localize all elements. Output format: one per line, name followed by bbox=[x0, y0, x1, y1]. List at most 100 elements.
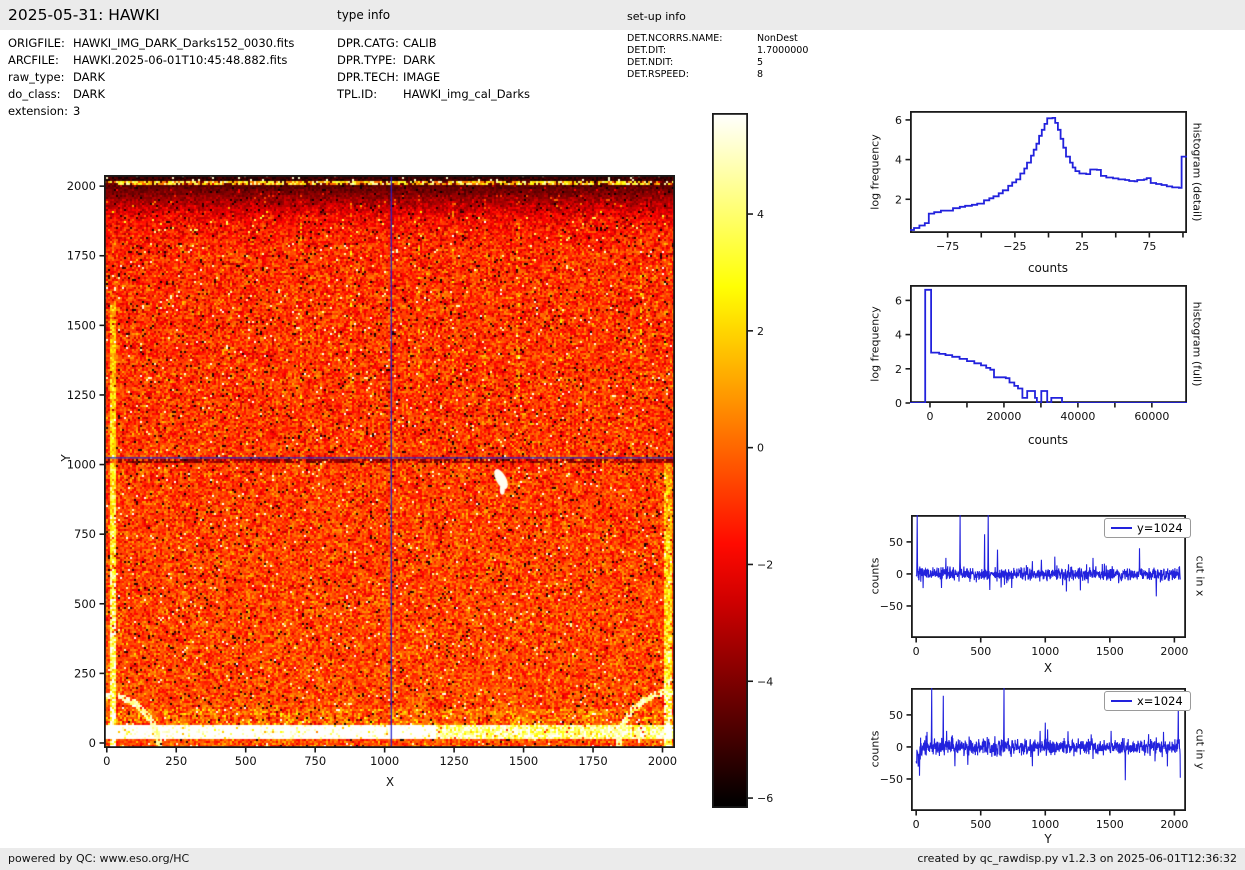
hist-detail-x-label: counts bbox=[1027, 261, 1069, 275]
tick-label: −6 bbox=[757, 792, 773, 805]
field-label: TPL.ID: bbox=[337, 87, 378, 101]
tick-label: 0 bbox=[895, 397, 902, 410]
field-value: DARK bbox=[73, 87, 106, 101]
tick-label: 20000 bbox=[986, 410, 1021, 423]
cut-y-right-label: cut in y bbox=[1193, 728, 1207, 770]
tick-label: 0 bbox=[103, 754, 110, 768]
field-label: DET.NCORRS.NAME: bbox=[627, 33, 723, 44]
tick-label: 0 bbox=[913, 645, 920, 658]
main-y-axis-label: Y bbox=[59, 454, 73, 462]
tick-label: 1750 bbox=[578, 754, 607, 768]
field-value: HAWKI_img_cal_Darks bbox=[403, 87, 530, 101]
tick-label: −50 bbox=[880, 600, 903, 613]
tick-label: 1750 bbox=[67, 249, 96, 263]
field-label: ORIGFILE: bbox=[8, 36, 65, 50]
info-row-ncorrs: DET.NCORRS.NAME: NonDest bbox=[627, 33, 798, 44]
info-row-rawtype: raw_type: DARK bbox=[8, 70, 105, 84]
colorbar-axes: 4 2 0 −2 −4 −6 bbox=[711, 112, 773, 809]
field-value: HAWKI_IMG_DARK_Darks152_0030.fits bbox=[73, 36, 295, 50]
colorbar: 4 2 0 −2 −4 −6 bbox=[711, 112, 773, 809]
tick-label: −25 bbox=[1003, 240, 1026, 253]
field-label: DPR.CATG: bbox=[337, 36, 399, 50]
tick-label: 2 bbox=[757, 325, 764, 338]
tick-label: 1500 bbox=[1096, 818, 1124, 831]
main-x-axis-label: X bbox=[385, 775, 395, 789]
data-line bbox=[910, 117, 1187, 231]
tick-label: 1500 bbox=[67, 318, 96, 332]
field-label: raw_type: bbox=[8, 70, 65, 84]
cut-x-y-label: counts bbox=[868, 557, 882, 595]
tick-label: −50 bbox=[880, 773, 903, 786]
field-value: IMAGE bbox=[403, 70, 441, 84]
info-row-dprtype: DPR.TYPE: DARK bbox=[337, 53, 435, 67]
field-value: NonDest bbox=[757, 33, 798, 44]
tick-label: 500 bbox=[74, 597, 96, 611]
tick-label: 6 bbox=[895, 114, 902, 127]
legend-cut-y: x=1024 bbox=[1104, 691, 1191, 711]
tick-label: 2000 bbox=[1160, 818, 1188, 831]
footer-bar: powered by QC: www.eso.org/HC created by… bbox=[0, 848, 1245, 870]
tick-label: 25 bbox=[1075, 240, 1089, 253]
hist-detail-y-label: log frequency bbox=[868, 134, 882, 210]
field-value: 8 bbox=[757, 69, 764, 80]
field-label: ARCFILE: bbox=[8, 53, 59, 67]
info-row-dprtech: DPR.TECH: IMAGE bbox=[337, 70, 440, 84]
tick-label: 40000 bbox=[1060, 410, 1095, 423]
info-row-origfile: ORIGFILE: HAWKI_IMG_DARK_Darks152_0030.fi… bbox=[8, 36, 294, 50]
tick-label: 0 bbox=[913, 818, 920, 831]
info-row-extension: extension: 3 bbox=[8, 104, 80, 118]
histogram-detail-plot: −75 −25 25 75 2 4 6 bbox=[895, 110, 1188, 253]
info-row-tplid: TPL.ID: HAWKI_img_cal_Darks bbox=[337, 87, 530, 101]
field-value: 3 bbox=[73, 104, 81, 118]
legend-cut-x: y=1024 bbox=[1104, 518, 1191, 538]
tick-label: 1000 bbox=[1031, 818, 1059, 831]
tick-label: 2000 bbox=[67, 179, 96, 193]
cut-y-x-label: Y bbox=[1044, 832, 1052, 846]
plot-frame bbox=[909, 110, 1188, 233]
tick-label: 1500 bbox=[1096, 645, 1124, 658]
field-label: do_class: bbox=[8, 87, 61, 101]
field-value: DARK bbox=[403, 53, 436, 67]
tick-label: 0 bbox=[926, 410, 933, 423]
footer-created-by: created by qc_rawdisp.py v1.2.3 on 2025-… bbox=[917, 852, 1237, 865]
tick-label: 6 bbox=[895, 294, 902, 307]
field-label: DET.RSPEED: bbox=[627, 69, 689, 80]
dark-frame-axes: 0 250 500 750 1000 1250 1500 1750 2000 0 250 500 750… bbox=[67, 174, 677, 768]
colorbar-frame bbox=[711, 112, 749, 809]
setup-info-heading: set-up info bbox=[627, 10, 686, 23]
histogram-full-axes: 0 20000 40000 60000 0 2 4 6 bbox=[895, 284, 1188, 423]
field-value: CALIB bbox=[403, 36, 437, 50]
info-row-rspeed: DET.RSPEED: 8 bbox=[627, 69, 763, 80]
field-value: 5 bbox=[757, 57, 764, 68]
tick-label: 750 bbox=[304, 754, 326, 768]
tick-label: 1250 bbox=[67, 388, 96, 402]
tick-label: 4 bbox=[895, 154, 902, 167]
footer-powered-by: powered by QC: www.eso.org/HC bbox=[8, 852, 190, 865]
plot-frame bbox=[103, 174, 676, 749]
field-value: 1.7000000 bbox=[757, 45, 809, 56]
tick-label: 0 bbox=[757, 442, 764, 455]
cut-y-y-label: counts bbox=[868, 730, 882, 768]
tick-label: 50 bbox=[889, 709, 903, 722]
tick-label: −4 bbox=[757, 675, 773, 688]
legend-line-sample bbox=[1111, 700, 1132, 702]
field-label: DET.NDIT: bbox=[627, 57, 674, 68]
info-row-dprcatg: DPR.CATG: CALIB bbox=[337, 36, 437, 50]
tick-label: 250 bbox=[74, 666, 96, 680]
tick-label: −75 bbox=[936, 240, 959, 253]
dark-frame-plot: 0 250 500 750 1000 1250 1500 1750 2000 0 250 500 750… bbox=[67, 174, 677, 768]
tick-label: 1250 bbox=[439, 754, 468, 768]
info-row-doclass: do_class: DARK bbox=[8, 87, 105, 101]
tick-label: 750 bbox=[74, 527, 96, 541]
tick-label: 4 bbox=[757, 208, 764, 221]
hist-detail-right-label: histogram (detail) bbox=[1190, 122, 1204, 222]
tick-label: 2000 bbox=[648, 754, 677, 768]
tick-label: 0 bbox=[896, 568, 903, 581]
histogram-full-plot: 0 20000 40000 60000 0 2 4 6 bbox=[895, 284, 1188, 423]
hist-full-x-label: counts bbox=[1027, 433, 1069, 447]
histogram-detail-axes: −75 −25 25 75 2 4 6 bbox=[895, 110, 1188, 253]
hist-full-y-label: log frequency bbox=[868, 306, 882, 382]
tick-label: 50 bbox=[889, 536, 903, 549]
data-line bbox=[910, 288, 1187, 403]
tick-label: 2 bbox=[895, 363, 902, 376]
